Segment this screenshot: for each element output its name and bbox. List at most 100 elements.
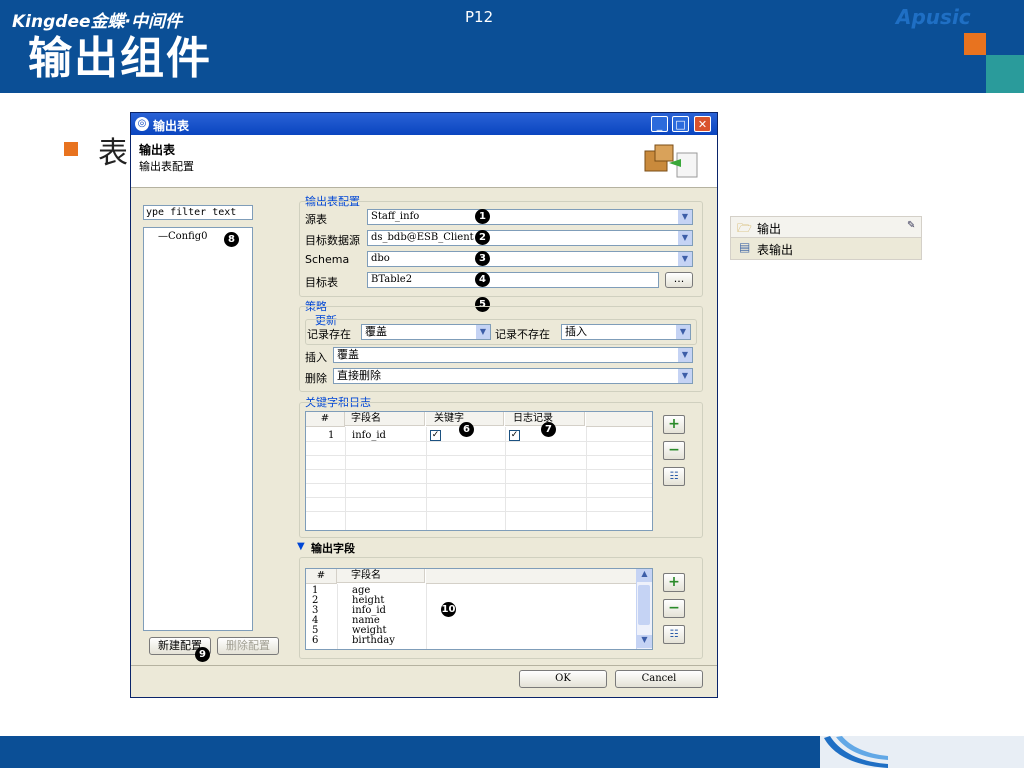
close-button[interactable]: ✕: [694, 116, 711, 132]
keys-table: # 字段名 关键字 日志记录 1 info_id ✓ ✓: [305, 411, 653, 531]
pin-icon[interactable]: ✎: [907, 220, 915, 231]
palette-item-table-output[interactable]: ▤ 表输出: [731, 238, 921, 258]
chevron-down-icon: ▼: [678, 231, 692, 245]
source-label: 源表: [305, 213, 327, 226]
badge-8: 8: [224, 232, 239, 247]
chevron-down-icon: ▼: [678, 369, 692, 383]
palette-category-label: 输出: [757, 222, 782, 236]
config-tree: —Config0 8: [143, 227, 253, 631]
row-num: 1: [328, 430, 335, 441]
package-export-icon: [644, 144, 698, 178]
row-field: birthday: [352, 635, 395, 646]
decor-square-teal: [986, 55, 1024, 93]
source-table-select[interactable]: Staff_info ▼: [367, 209, 693, 225]
divider: [131, 665, 717, 666]
target-table-input[interactable]: BTable2: [367, 272, 659, 288]
list-arrange-icon: ☷: [669, 471, 679, 482]
chevron-down-icon: ▼: [678, 348, 692, 362]
col-empty: [426, 569, 636, 584]
badge-7: 7: [541, 422, 556, 437]
target-table-label: 目标表: [305, 276, 338, 289]
table-output-icon: ▤: [739, 240, 751, 254]
chevron-down-icon: ▼: [476, 325, 490, 339]
minus-icon: −: [668, 442, 680, 458]
dialog-titlebar[interactable]: ◎ 输出表 _ □ ✕: [131, 113, 717, 135]
filter-input[interactable]: ype filter text: [143, 205, 253, 220]
banner-subtitle: 输出表配置: [139, 160, 194, 173]
folder-icon: 🗁: [737, 221, 752, 235]
delete-select[interactable]: 直接删除 ▼: [333, 368, 693, 384]
badge-1: 1: [475, 209, 490, 224]
delete-config-button[interactable]: 删除配置: [217, 637, 279, 655]
col-field: 字段名: [345, 412, 425, 426]
scroll-down-icon[interactable]: ▼: [637, 635, 652, 648]
record-not-exists-select[interactable]: 插入 ▼: [561, 324, 691, 340]
apusic-logo: Apusic: [896, 5, 971, 29]
tree-connector-icon: —: [158, 231, 168, 242]
row-num: 6: [312, 635, 319, 646]
dialog-banner: 输出表 输出表配置: [131, 135, 717, 188]
banner-title: 输出表: [139, 143, 176, 157]
tree-item-config0[interactable]: —Config0: [158, 231, 208, 242]
reorder-field-button[interactable]: ☷: [663, 625, 685, 644]
insert-select[interactable]: 覆盖 ▼: [333, 347, 693, 363]
ok-button[interactable]: OK: [519, 670, 607, 688]
remove-key-button[interactable]: −: [663, 441, 685, 460]
component-palette: 🗁 输出 ✎ ▤ 表输出: [730, 216, 922, 260]
log-checkbox[interactable]: ✓: [509, 430, 520, 441]
badge-4: 4: [475, 272, 490, 287]
list-arrange-icon: ☷: [669, 629, 679, 640]
badge-9: 9: [195, 647, 210, 662]
decor-square-orange: [964, 33, 986, 55]
record-not-exists-label: 记录不存在: [495, 328, 550, 341]
output-table-dialog: ◎ 输出表 _ □ ✕ 输出表 输出表配置 ype filter text —C…: [130, 112, 718, 698]
plus-icon: +: [668, 574, 680, 590]
reorder-key-button[interactable]: ☷: [663, 467, 685, 486]
page-number: P12: [465, 8, 494, 26]
browse-button[interactable]: ...: [665, 272, 693, 288]
chevron-down-icon: ▼: [676, 325, 690, 339]
badge-6: 6: [459, 422, 474, 437]
minimize-button[interactable]: _: [651, 116, 668, 132]
swoosh-icon: [824, 736, 888, 768]
datasource-label: 目标数据源: [305, 234, 360, 247]
chevron-down-icon: ▼: [678, 252, 692, 266]
col-num: #: [306, 569, 337, 584]
key-checkbox[interactable]: ✓: [430, 430, 441, 441]
maximize-button[interactable]: □: [672, 116, 689, 132]
record-exists-label: 记录存在: [307, 328, 351, 341]
section-title-output-fields: 输出字段: [311, 542, 355, 555]
bullet-icon: [64, 142, 78, 156]
badge-3: 3: [475, 251, 490, 266]
delete-label: 删除: [305, 372, 327, 385]
record-exists-select[interactable]: 覆盖 ▼: [361, 324, 491, 340]
bullet-text: 表: [98, 136, 128, 171]
app-icon: ◎: [135, 117, 149, 131]
palette-category-output[interactable]: 🗁 输出 ✎: [731, 217, 921, 238]
badge-2: 2: [475, 230, 490, 245]
chevron-down-icon: ▼: [678, 210, 692, 224]
add-field-button[interactable]: +: [663, 573, 685, 592]
scroll-up-icon[interactable]: ▲: [637, 569, 652, 582]
collapse-arrow-icon[interactable]: ▼: [297, 541, 305, 552]
col-num: #: [306, 412, 345, 427]
dialog-title: 输出表: [153, 119, 190, 133]
plus-icon: +: [668, 416, 680, 432]
badge-10: 10: [441, 602, 456, 617]
insert-label: 插入: [305, 351, 327, 364]
schema-select[interactable]: dbo ▼: [367, 251, 693, 267]
palette-item-label: 表输出: [757, 243, 794, 257]
schema-label: Schema: [305, 253, 350, 266]
datasource-select[interactable]: ds_bdb@ESB_Client ▼: [367, 230, 693, 246]
add-key-button[interactable]: +: [663, 415, 685, 434]
remove-field-button[interactable]: −: [663, 599, 685, 618]
cancel-button[interactable]: Cancel: [615, 670, 703, 688]
tree-item-label: Config0: [168, 231, 208, 242]
row-field: info_id: [352, 430, 386, 441]
col-empty: [586, 412, 652, 427]
scrollbar-thumb[interactable]: [638, 585, 650, 625]
kingdee-logo: Kingdee金蝶·中间件: [12, 12, 182, 32]
vertical-scrollbar[interactable]: ▲ ▼: [636, 569, 652, 649]
minus-icon: −: [668, 600, 680, 616]
fields-table: # 字段名 1 age 2 height 3 info_id 4 name 5 …: [305, 568, 653, 650]
